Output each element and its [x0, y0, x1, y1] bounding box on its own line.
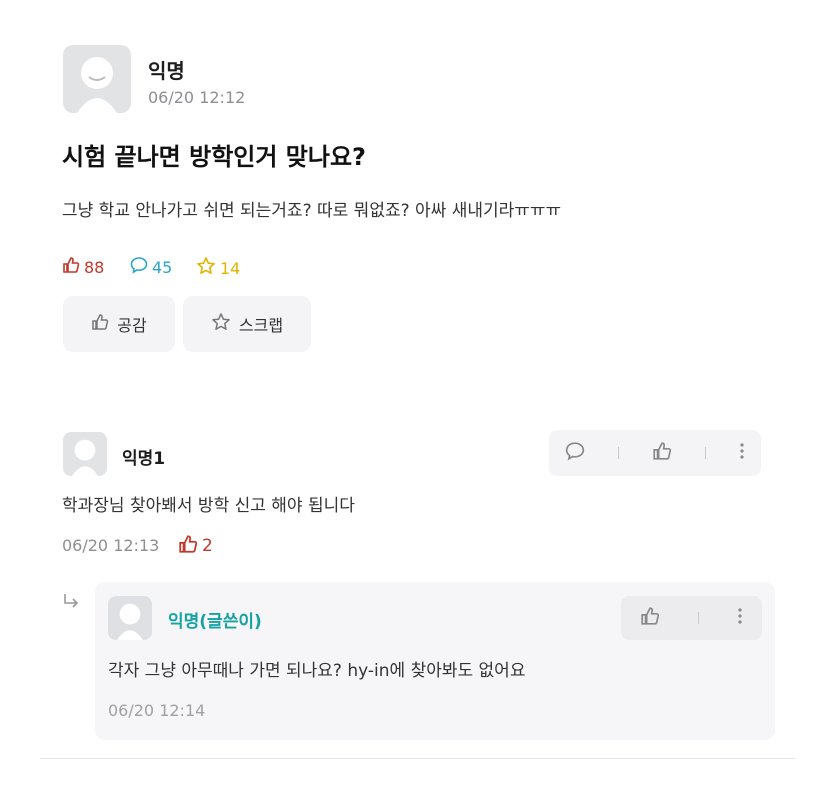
- comment-text: 학과장님 찾아봬서 방학 신고 해야 됩니다: [62, 496, 355, 516]
- reply-text: 각자 그냥 아무때나 가면 되나요? hy-in에 찾아봐도 없어요: [108, 661, 526, 681]
- star-icon: [196, 256, 216, 280]
- reply-arrow-icon: [62, 592, 82, 616]
- post-author: 익명: [148, 59, 185, 83]
- reply-actions: [621, 596, 762, 640]
- reply-author: 익명(글쓴이): [168, 612, 262, 632]
- like-button-label: 공감: [117, 316, 147, 335]
- post-timestamp: 06/20 12:12: [148, 88, 246, 107]
- scrap-count: 14: [220, 258, 241, 278]
- thumbs-up-icon: [91, 313, 109, 335]
- divider: [618, 447, 620, 459]
- divider: [704, 447, 706, 459]
- star-icon: [211, 312, 231, 336]
- scrap-button[interactable]: 스크랩: [183, 296, 311, 352]
- post-title: 시험 끝나면 방학인거 맞나요?: [62, 143, 366, 171]
- post-comment-count: 45: [130, 256, 172, 278]
- thumbs-up-icon: [178, 534, 198, 558]
- like-count: 2: [202, 536, 213, 556]
- post-scrap-count: 14: [196, 256, 240, 280]
- comment-author: 익명1: [122, 449, 166, 469]
- thumbs-up-icon[interactable]: [640, 606, 660, 630]
- scrap-button-label: 스크랩: [238, 316, 284, 335]
- like-count: 88: [84, 257, 105, 277]
- reply-icon[interactable]: [565, 441, 585, 465]
- thumbs-up-icon: [62, 256, 80, 278]
- post-avatar: [63, 45, 131, 113]
- comment-actions: [549, 430, 761, 476]
- comment-avatar: [63, 432, 107, 476]
- bottom-divider: [40, 758, 795, 759]
- comment-timestamp: 06/20 12:13: [62, 536, 160, 555]
- post-like-count: 88: [62, 256, 104, 278]
- more-options-icon[interactable]: [739, 441, 745, 465]
- comment-like-count: 2: [178, 534, 213, 558]
- post-body: 그냥 학교 안나가고 쉬면 되는거죠? 따로 뭐없죠? 아싸 새내기라ㅠㅠㅠ: [62, 201, 562, 221]
- more-options-icon[interactable]: [737, 606, 743, 630]
- speech-bubble-icon: [130, 256, 148, 278]
- reply-timestamp: 06/20 12:14: [108, 701, 206, 720]
- comment-count: 45: [152, 257, 173, 277]
- thumbs-up-icon[interactable]: [652, 441, 672, 465]
- reply-avatar: [108, 596, 152, 640]
- divider: [698, 612, 699, 624]
- like-button[interactable]: 공감: [63, 296, 175, 352]
